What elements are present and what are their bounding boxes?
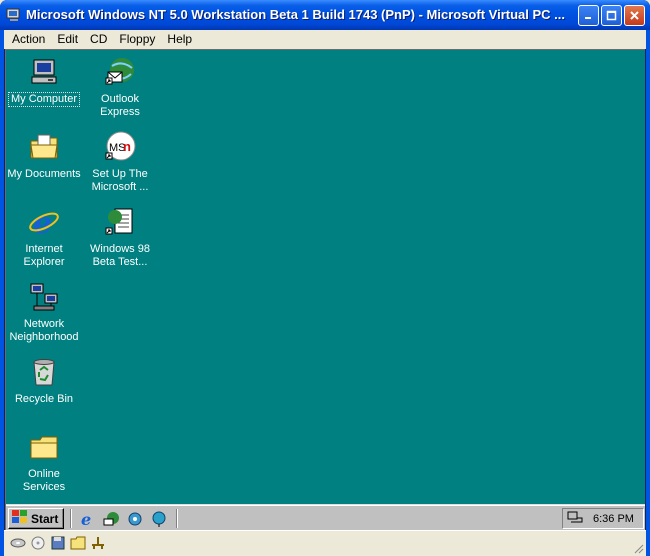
folder-icon[interactable] xyxy=(70,535,86,551)
svg-text:e: e xyxy=(81,511,91,527)
save-icon[interactable] xyxy=(50,535,66,551)
network-adapter-icon[interactable] xyxy=(90,535,106,551)
floppy-disk-icon[interactable] xyxy=(30,535,46,551)
virtual-pc-icon xyxy=(6,7,22,23)
desktop-icon-label: Windows 98 Beta Test... xyxy=(90,243,150,268)
desktop-icon-label: Internet Explorer xyxy=(23,243,65,268)
svg-text:n: n xyxy=(123,139,131,154)
recycle-bin-icon xyxy=(27,355,61,389)
desktop-icon-outlook-express[interactable]: Outlook Express xyxy=(82,55,158,119)
taskbar-separator xyxy=(70,509,72,528)
resize-grip-icon[interactable] xyxy=(632,542,644,554)
desktop-icon-network-neighborhood[interactable]: Network Neighborhood xyxy=(6,280,82,344)
menu-edit[interactable]: Edit xyxy=(51,30,84,49)
outlook-express-icon xyxy=(103,55,137,89)
desktop-icon-internet-explorer[interactable]: e Internet Explorer xyxy=(6,205,82,269)
desktop-icon-recycle-bin[interactable]: Recycle Bin xyxy=(6,355,82,406)
window-frame-left xyxy=(0,30,4,556)
svg-text:e: e xyxy=(33,206,52,238)
quicklaunch-channels-icon[interactable] xyxy=(126,510,144,528)
folder-documents-icon xyxy=(27,130,61,164)
folder-icon xyxy=(27,430,61,464)
menu-help[interactable]: Help xyxy=(161,30,198,49)
title-bar[interactable]: Microsoft Windows NT 5.0 Workstation Bet… xyxy=(0,0,650,30)
virtual-pc-window: Microsoft Windows NT 5.0 Workstation Bet… xyxy=(0,0,650,556)
maximize-button[interactable] xyxy=(601,5,622,26)
quicklaunch-internet-explorer-icon[interactable]: e xyxy=(78,510,96,528)
system-tray: 6:36 PM xyxy=(562,508,644,529)
quicklaunch-view-channels-icon[interactable] xyxy=(150,510,168,528)
desktop-icon-label: My Computer xyxy=(7,92,81,107)
quicklaunch-outlook-express-icon[interactable] xyxy=(102,510,120,528)
menu-cd[interactable]: CD xyxy=(84,30,113,49)
menu-floppy[interactable]: Floppy xyxy=(113,30,161,49)
desktop-icon-label: Online Services xyxy=(22,468,66,493)
guest-screen[interactable]: My Computer Outlook Express My Documents… xyxy=(5,49,645,530)
taskbar: Start e 6:36 PM xyxy=(6,504,645,530)
start-label: Start xyxy=(31,511,59,526)
desktop-icon-msn-setup[interactable]: MS n Set Up The Microsoft ... xyxy=(82,130,158,194)
my-computer-icon xyxy=(27,55,61,89)
network-icon xyxy=(27,280,61,314)
desktop-icon-label: Network Neighborhood xyxy=(9,318,79,343)
status-bar xyxy=(4,530,646,556)
taskbar-separator xyxy=(176,509,178,528)
desktop-icon-my-documents[interactable]: My Documents xyxy=(6,130,82,181)
menu-action[interactable]: Action xyxy=(6,30,51,49)
network-connection-icon[interactable] xyxy=(567,510,583,527)
close-button[interactable] xyxy=(624,5,645,26)
window-frame-right xyxy=(646,30,650,556)
desktop-icon-online-services[interactable]: Online Services xyxy=(6,430,82,494)
desktop-icon-label: Recycle Bin xyxy=(14,393,74,405)
desktop-icon-my-computer[interactable]: My Computer xyxy=(6,55,82,107)
minimize-button[interactable] xyxy=(578,5,599,26)
window-title: Microsoft Windows NT 5.0 Workstation Bet… xyxy=(26,7,565,22)
clock[interactable]: 6:36 PM xyxy=(593,513,634,525)
cd-icon[interactable] xyxy=(10,535,26,551)
quick-launch: e xyxy=(78,510,168,528)
menu-bar: Action Edit CD Floppy Help xyxy=(4,30,646,49)
windows-logo-icon xyxy=(12,510,28,527)
document-globe-icon xyxy=(103,205,137,239)
start-button[interactable]: Start xyxy=(8,508,64,529)
msn-icon: MS n xyxy=(103,130,137,164)
desktop-icon-windows98-beta[interactable]: Windows 98 Beta Test... xyxy=(82,205,158,269)
desktop-icon-label: Outlook Express xyxy=(100,93,140,118)
desktop-icon-label: My Documents xyxy=(7,168,81,180)
desktop-icon-label: Set Up The Microsoft ... xyxy=(91,168,149,193)
internet-explorer-icon: e xyxy=(27,205,61,239)
